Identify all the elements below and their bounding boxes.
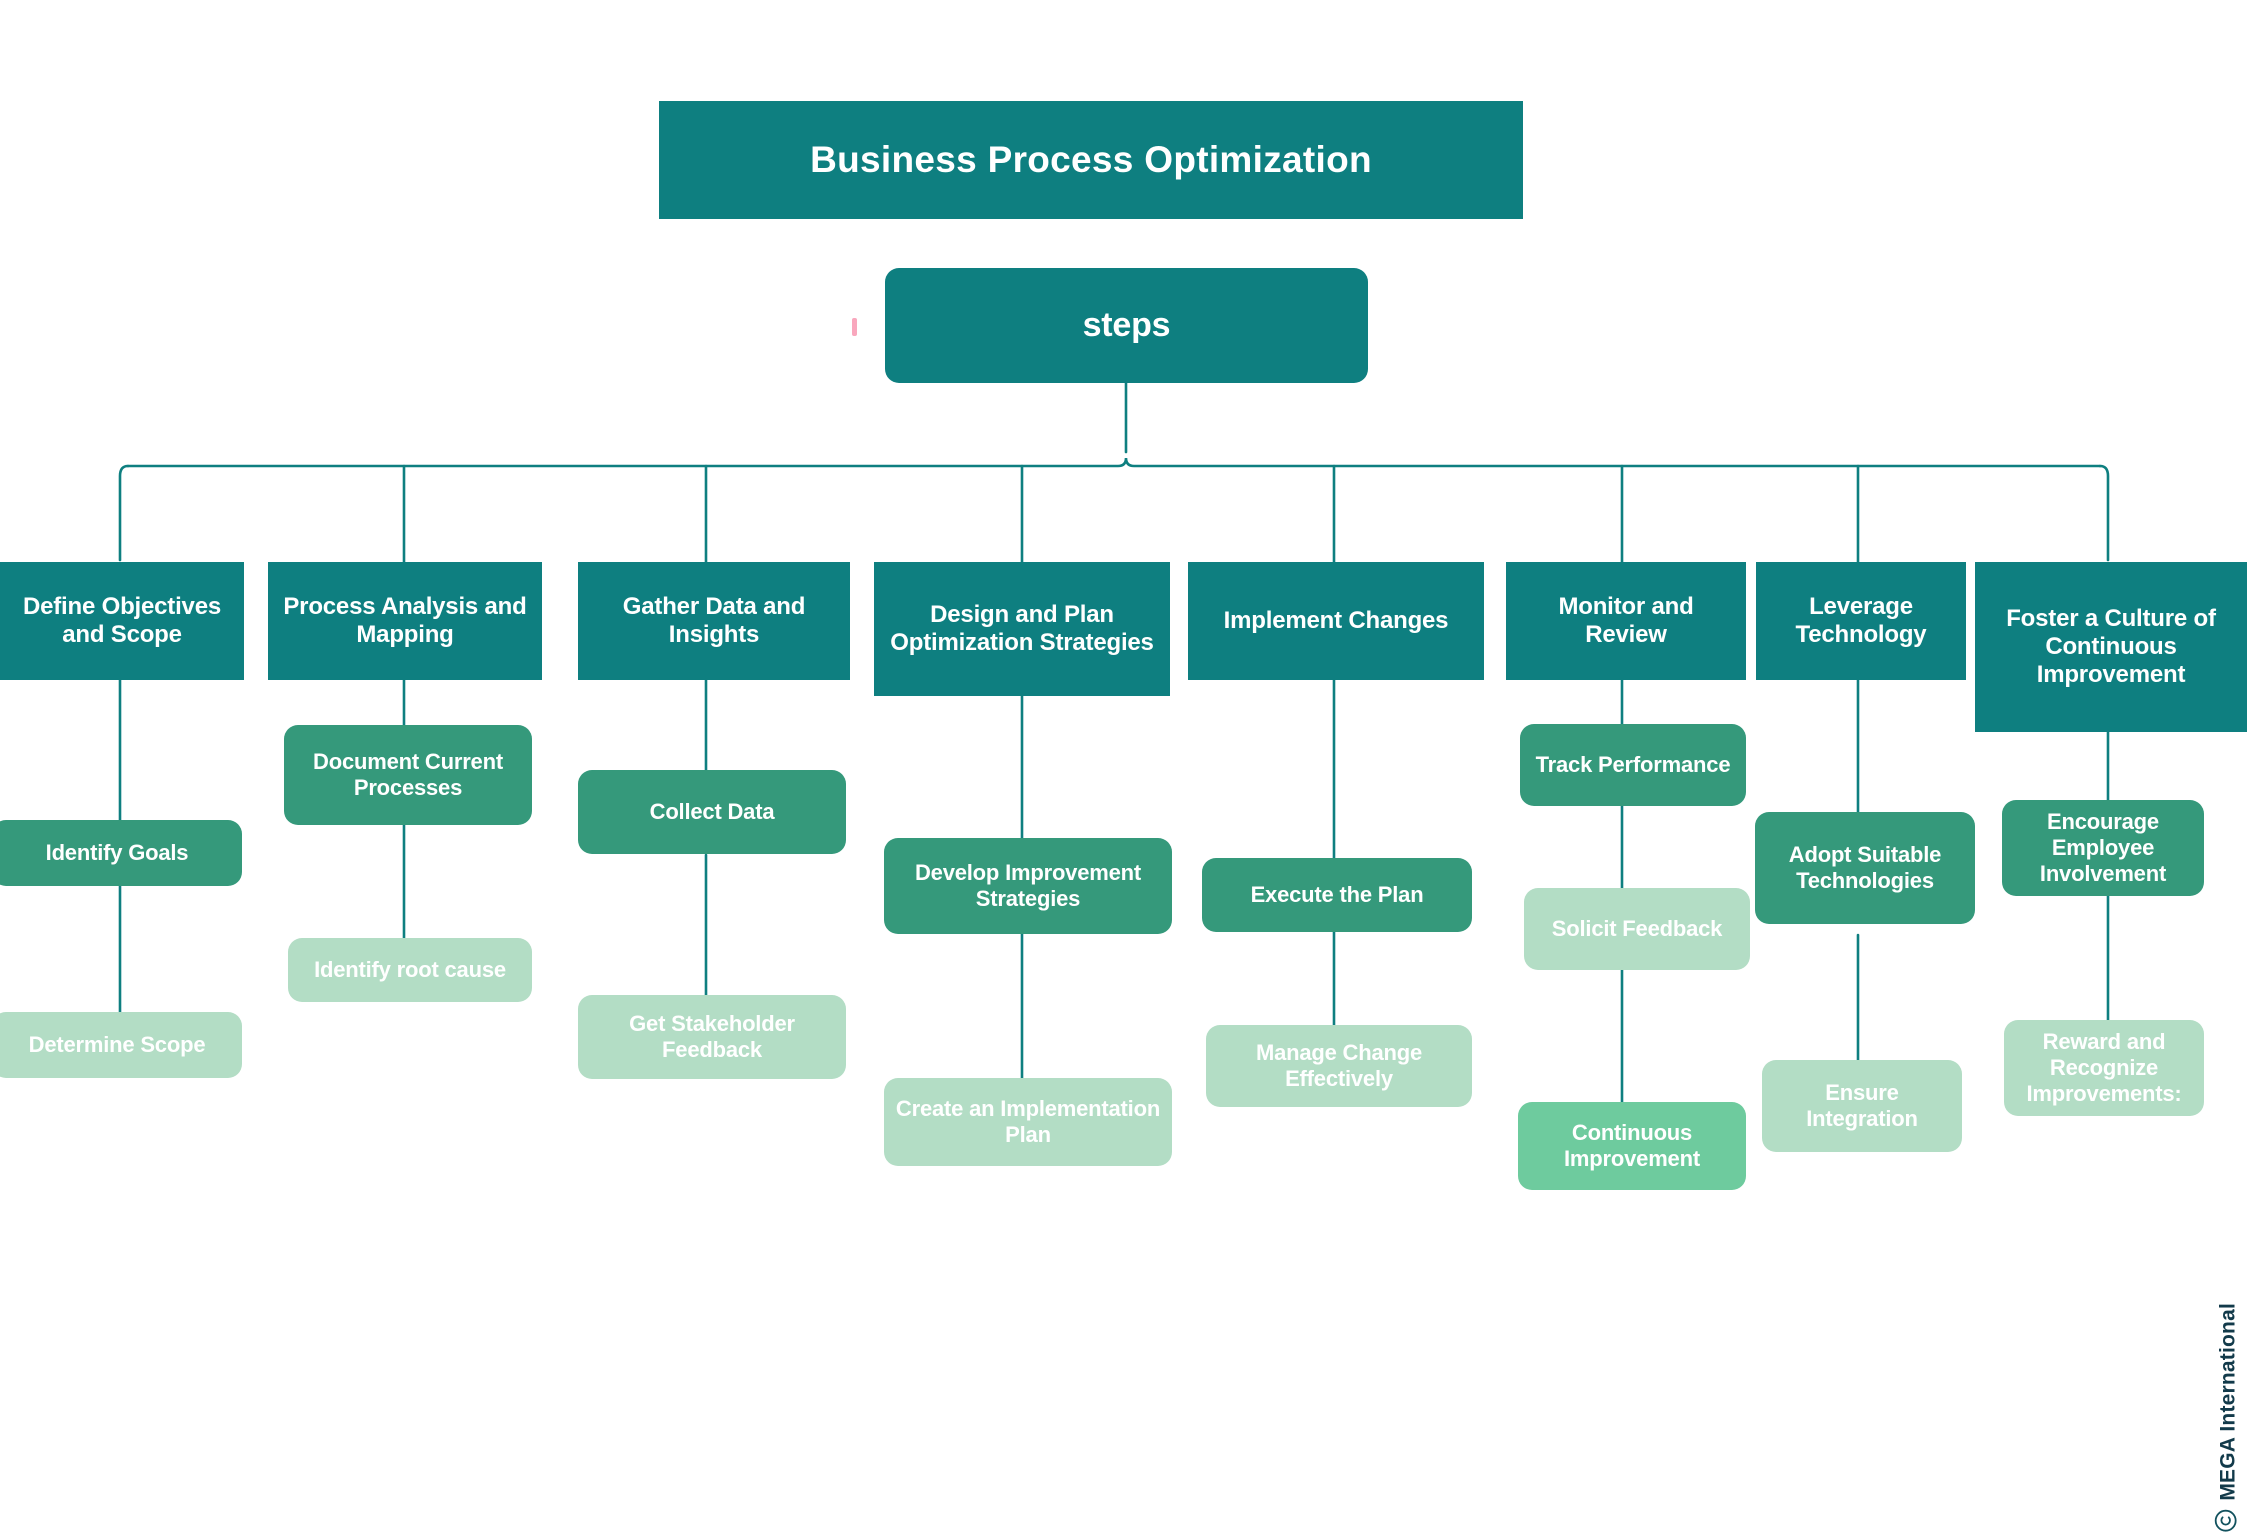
phase-node-implement-changes[interactable]: Implement Changes xyxy=(1188,562,1484,680)
phase-node-define-objectives-and-scope[interactable]: Define Objectives and Scope xyxy=(0,562,244,680)
task-node-create-an-implementation-plan[interactable]: Create an Implementation Plan xyxy=(884,1078,1172,1166)
task-node-execute-the-plan[interactable]: Execute the Plan xyxy=(1202,858,1472,932)
copyright-watermark: MEGA International xyxy=(2214,1303,2244,1533)
diagram-canvas: Business Process Optimization steps Defi… xyxy=(0,0,2250,1532)
task-node-adopt-suitable-technologies[interactable]: Adopt Suitable Technologies xyxy=(1755,812,1975,924)
task-node-continuous-improvement[interactable]: Continuous Improvement xyxy=(1518,1102,1746,1190)
phase-node-gather-data-and-insights[interactable]: Gather Data and Insights xyxy=(578,562,850,680)
phase-node-leverage-technology[interactable]: Leverage Technology xyxy=(1756,562,1966,680)
task-node-identify-root-cause[interactable]: Identify root cause xyxy=(288,938,532,1002)
phase-node-foster-a-culture-of-continuous-improvement[interactable]: Foster a Culture of Continuous Improveme… xyxy=(1975,562,2247,732)
task-node-encourage-employee-involvement[interactable]: Encourage Employee Involvement xyxy=(2002,800,2204,896)
edge-bus xyxy=(126,457,2102,468)
task-node-identify-goals[interactable]: Identify Goals xyxy=(0,820,242,886)
edge-bus-right-cap xyxy=(2098,464,2110,562)
copyright-label: MEGA International xyxy=(2217,1303,2240,1501)
copyright-icon xyxy=(2214,1509,2244,1533)
task-node-track-performance[interactable]: Track Performance xyxy=(1520,724,1746,806)
phase-node-design-and-plan-optimization-strategies[interactable]: Design and Plan Optimization Strategies xyxy=(874,562,1170,696)
task-node-document-current-processes[interactable]: Document Current Processes xyxy=(284,725,532,825)
edge-bus-left-cap xyxy=(118,464,130,562)
task-node-collect-data[interactable]: Collect Data xyxy=(578,770,846,854)
diagram-title: Business Process Optimization xyxy=(659,101,1523,219)
phase-node-process-analysis-and-mapping[interactable]: Process Analysis and Mapping xyxy=(268,562,542,680)
task-node-develop-improvement-strategies[interactable]: Develop Improvement Strategies xyxy=(884,838,1172,934)
root-node-steps[interactable]: steps xyxy=(885,268,1368,383)
task-node-determine-scope[interactable]: Determine Scope xyxy=(0,1012,242,1078)
task-node-get-stakeholder-feedback[interactable]: Get Stakeholder Feedback xyxy=(578,995,846,1079)
task-node-solicit-feedback[interactable]: Solicit Feedback xyxy=(1524,888,1750,970)
task-node-manage-change-effectively[interactable]: Manage Change Effectively xyxy=(1206,1025,1472,1107)
task-node-ensure-integration[interactable]: Ensure Integration xyxy=(1762,1060,1962,1152)
pink-marker xyxy=(852,318,857,336)
phase-node-monitor-and-review[interactable]: Monitor and Review xyxy=(1506,562,1746,680)
task-node-reward-and-recognize-improvements[interactable]: Reward and Recognize Improvements: xyxy=(2004,1020,2204,1116)
